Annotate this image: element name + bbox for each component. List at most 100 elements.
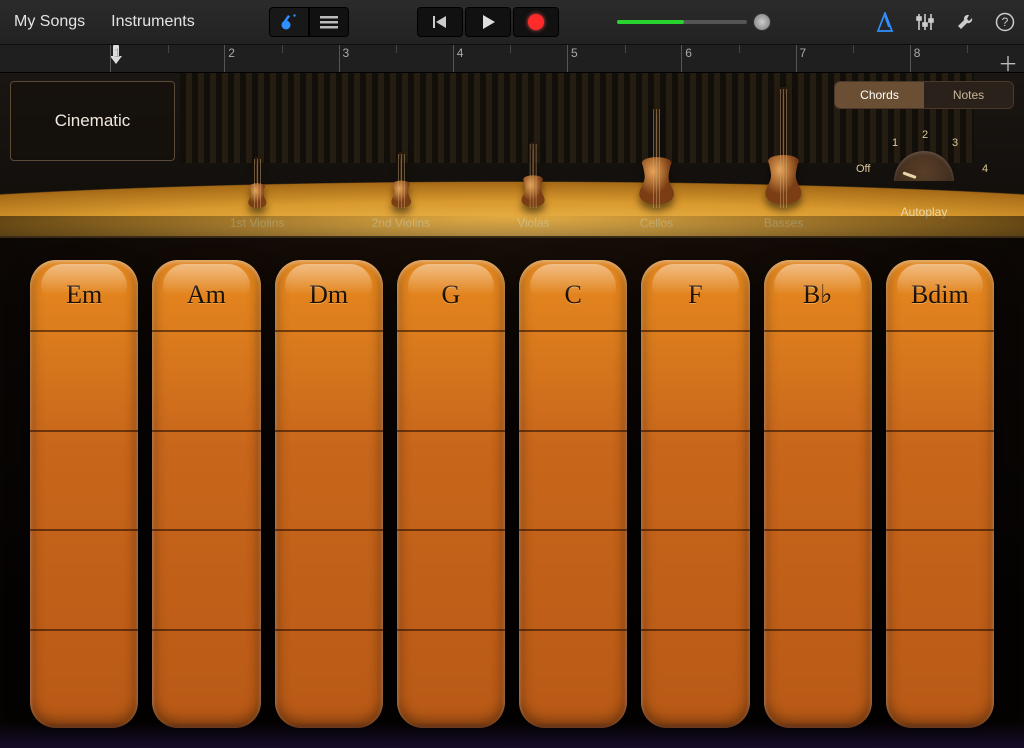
chord-segment[interactable] [397,629,505,729]
go-to-start-button[interactable] [417,7,463,37]
chord-segment[interactable] [275,330,383,430]
bar-number: 4 [457,46,464,60]
chord-segment[interactable] [641,330,749,430]
mode-segmented-control: Chords Notes [834,81,1014,109]
chord-segment[interactable] [764,629,872,729]
chord-segment[interactable] [764,330,872,430]
bar-marker: 3 [339,45,453,72]
bar-number: 3 [343,46,350,60]
help-button[interactable]: ? [994,11,1016,33]
top-toolbar: My Songs Instruments [0,0,1024,45]
autoplay-step-label: 3 [952,137,958,149]
instrument-view-button[interactable] [269,7,309,37]
volume-knob[interactable] [753,13,771,31]
play-icon [480,14,496,30]
chord-strip-area: Em Am Dm G C F B♭ Bdim [0,238,1024,748]
bar-number: 8 [914,46,921,60]
preset-name: Cinematic [55,111,131,131]
chord-segment[interactable] [152,529,260,629]
my-songs-button[interactable]: My Songs [8,9,91,35]
bar-number: 7 [800,46,807,60]
chord-strip[interactable]: Am [152,260,260,728]
wrench-icon [955,12,975,32]
chord-strip[interactable]: C [519,260,627,728]
bar-number: 6 [685,46,692,60]
chord-strips: Em Am Dm G C F B♭ Bdim [30,260,994,728]
bar-marker: 6 [681,45,795,72]
instruments-button[interactable]: Instruments [105,9,201,35]
instrument-section[interactable]: Cellos [637,107,676,230]
settings-button[interactable] [954,11,976,33]
view-toggle-group [269,7,349,37]
chord-segment[interactable] [641,430,749,530]
chord-segment[interactable] [152,430,260,530]
chord-segment[interactable] [641,529,749,629]
sound-preset-selector[interactable]: Cinematic [10,81,175,161]
chord-segment[interactable] [275,529,383,629]
transport-controls [417,7,559,37]
autoplay-control: Off 1 2 3 4 [834,123,1014,203]
record-icon [528,14,544,30]
instrument-section-row: 1st Violins 2nd Violins Violas Cellos Ba… [230,87,804,230]
guitar-icon [279,13,299,31]
svg-text:?: ? [1002,15,1009,29]
chord-segment[interactable] [30,529,138,629]
chord-segment[interactable] [397,430,505,530]
bar-marker: 2 [224,45,338,72]
chords-mode-button[interactable]: Chords [835,82,924,108]
chord-segment[interactable] [764,430,872,530]
instrument-section[interactable]: Basses [763,87,804,230]
metronome-button[interactable] [874,11,896,33]
chord-strip[interactable]: B♭ [764,260,872,728]
chord-segment[interactable] [519,330,627,430]
bar-number: 1 [114,46,121,60]
instrument-stage: Cinematic 1st Violins 2nd Violins Violas… [0,73,1024,238]
mixer-button[interactable] [914,11,936,33]
chord-label: B♭ [764,260,872,330]
chord-segment[interactable] [519,529,627,629]
help-icon: ? [995,12,1015,32]
chord-segment[interactable] [30,330,138,430]
bar-number: 2 [228,46,235,60]
stage-shadow [0,216,1024,236]
chord-segment[interactable] [886,529,994,629]
volume-track[interactable] [617,20,747,24]
bar-marker: 5 [567,45,681,72]
notes-mode-button[interactable]: Notes [924,82,1013,108]
chord-strip[interactable]: G [397,260,505,728]
autoplay-step-label: 4 [982,163,988,175]
chord-segment[interactable] [886,629,994,729]
autoplay-step-label: 1 [892,137,898,149]
chord-segment[interactable] [886,430,994,530]
chord-segment[interactable] [641,629,749,729]
chord-segment[interactable] [519,629,627,729]
bar-marker: 7 [796,45,910,72]
chord-segment[interactable] [397,529,505,629]
chord-strip[interactable]: Em [30,260,138,728]
record-button[interactable] [513,7,559,37]
chord-segment[interactable] [275,430,383,530]
chord-label: C [519,260,627,330]
chord-segment[interactable] [30,629,138,729]
stage-side-panel: Chords Notes Off 1 2 3 4 Autoplay [834,81,1014,219]
volume-fill [617,20,685,24]
play-button[interactable] [465,7,511,37]
chord-strip[interactable]: Bdim [886,260,994,728]
chord-segment[interactable] [152,629,260,729]
timeline-ruler[interactable]: 1 2 3 4 5 6 7 8 ＋ [0,45,1024,73]
chord-strip[interactable]: Dm [275,260,383,728]
chord-segment[interactable] [397,330,505,430]
chord-segment[interactable] [152,330,260,430]
chord-segment[interactable] [764,529,872,629]
chord-segment[interactable] [886,330,994,430]
chord-segment[interactable] [275,629,383,729]
master-volume[interactable] [617,13,773,31]
chord-segment[interactable] [30,430,138,530]
toolbar-right: ? [874,11,1016,33]
chord-strip[interactable]: F [641,260,749,728]
chord-segment[interactable] [519,430,627,530]
bar-number: 5 [571,46,578,60]
autoplay-off-label: Off [856,163,870,175]
tracks-view-button[interactable] [309,7,349,37]
chord-label: F [641,260,749,330]
